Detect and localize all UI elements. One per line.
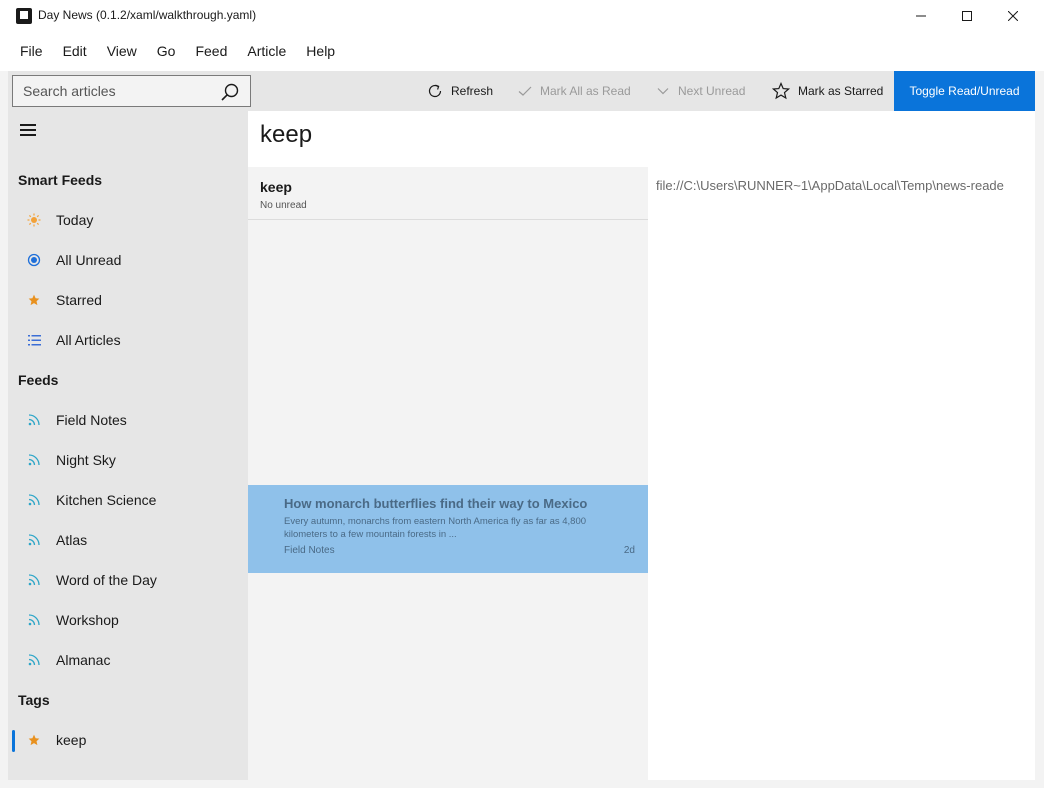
mark-all-read-label: Mark All as Read bbox=[540, 84, 631, 98]
feeds-heading: Feeds bbox=[18, 372, 59, 388]
selection-indicator bbox=[12, 730, 15, 752]
rss-icon bbox=[8, 614, 56, 626]
star-icon bbox=[8, 294, 56, 306]
title-bar: Day News (0.1.2/xaml/walkthrough.yaml) bbox=[0, 0, 1044, 32]
menu-file[interactable]: File bbox=[10, 32, 53, 71]
window-title: Day News (0.1.2/xaml/walkthrough.yaml) bbox=[38, 8, 257, 22]
sidebar-item-today[interactable]: Today bbox=[8, 200, 248, 240]
article-snippet: Every autumn, monarchs from eastern Nort… bbox=[284, 516, 587, 540]
sidebar-item-almanac[interactable]: Almanac bbox=[8, 640, 248, 680]
sidebar-item-label: Workshop bbox=[56, 612, 119, 628]
article-list: keep No unread How monarch butterflies f… bbox=[248, 167, 648, 780]
feed-header: keep No unread bbox=[248, 167, 648, 220]
refresh-button[interactable]: Refresh bbox=[427, 71, 493, 111]
sidebar: Smart Feeds Today All Unread Starred All… bbox=[8, 111, 248, 780]
unread-count: No unread bbox=[260, 200, 307, 211]
rss-icon bbox=[8, 534, 56, 546]
rss-icon bbox=[8, 454, 56, 466]
next-unread-button[interactable]: Next Unread bbox=[656, 71, 745, 111]
sidebar-item-all-unread[interactable]: All Unread bbox=[8, 240, 248, 280]
close-button[interactable] bbox=[990, 0, 1036, 32]
tags-heading: Tags bbox=[18, 692, 50, 708]
sidebar-item-atlas[interactable]: Atlas bbox=[8, 520, 248, 560]
checkmark-icon bbox=[518, 86, 532, 96]
toolbar: Refresh Mark All as Read Next Unread Mar… bbox=[8, 71, 1035, 111]
rss-icon bbox=[8, 654, 56, 666]
feed-name: keep bbox=[260, 179, 292, 195]
maximize-icon bbox=[962, 11, 972, 21]
sun-icon bbox=[8, 213, 56, 227]
minimize-icon bbox=[916, 15, 926, 17]
menu-edit[interactable]: Edit bbox=[53, 32, 97, 71]
sidebar-item-label: All Unread bbox=[56, 252, 122, 268]
mark-starred-label: Mark as Starred bbox=[798, 84, 884, 98]
star-outline-icon bbox=[772, 82, 790, 100]
reader-pane: file://C:\Users\RUNNER~1\AppData\Local\T… bbox=[648, 167, 1035, 780]
sidebar-item-label: Kitchen Science bbox=[56, 492, 157, 508]
sidebar-item-night-sky[interactable]: Night Sky bbox=[8, 440, 248, 480]
sidebar-item-starred[interactable]: Starred bbox=[8, 280, 248, 320]
hamburger-menu-icon[interactable] bbox=[20, 124, 36, 136]
radio-icon bbox=[8, 253, 56, 267]
smart-feeds-heading: Smart Feeds bbox=[18, 172, 103, 188]
sidebar-item-label: keep bbox=[56, 732, 87, 748]
sidebar-item-kitchen-science[interactable]: Kitchen Science bbox=[8, 480, 248, 520]
sidebar-item-workshop[interactable]: Workshop bbox=[8, 600, 248, 640]
content-header: keep bbox=[248, 111, 1035, 167]
close-icon bbox=[1008, 11, 1018, 21]
refresh-icon bbox=[428, 84, 442, 98]
sidebar-item-label: Starred bbox=[56, 292, 102, 308]
next-unread-label: Next Unread bbox=[678, 84, 746, 98]
sidebar-item-label: Word of the Day bbox=[56, 572, 157, 588]
sidebar-item-word-of-the-day[interactable]: Word of the Day bbox=[8, 560, 248, 600]
list-item[interactable]: How monarch butterflies find their way t… bbox=[248, 485, 648, 573]
star-icon bbox=[8, 734, 56, 746]
mark-all-read-button[interactable]: Mark All as Read bbox=[518, 71, 631, 111]
chevron-down-icon bbox=[657, 88, 669, 95]
menu-view[interactable]: View bbox=[97, 32, 147, 71]
menu-go[interactable]: Go bbox=[147, 32, 186, 71]
list-icon bbox=[8, 334, 56, 346]
sidebar-item-label: Atlas bbox=[56, 532, 88, 548]
maximize-button[interactable] bbox=[944, 0, 990, 32]
article-feed: Field Notes bbox=[284, 545, 335, 556]
reader-url: file://C:\Users\RUNNER~1\AppData\Local\T… bbox=[656, 178, 1004, 193]
page-title: keep bbox=[260, 121, 313, 148]
sidebar-item-label: Today bbox=[56, 212, 94, 228]
rss-icon bbox=[8, 414, 56, 426]
menu-article[interactable]: Article bbox=[237, 32, 296, 71]
menu-help[interactable]: Help bbox=[296, 32, 345, 71]
rss-icon bbox=[8, 494, 56, 506]
article-age: 2d bbox=[623, 545, 635, 556]
app-icon bbox=[16, 8, 32, 24]
minimize-button[interactable] bbox=[898, 0, 944, 32]
search-icon[interactable] bbox=[221, 83, 239, 101]
sidebar-item-label: Night Sky bbox=[56, 452, 116, 468]
sidebar-item-field-notes[interactable]: Field Notes bbox=[8, 400, 248, 440]
sidebar-item-label: All Articles bbox=[56, 332, 121, 348]
toggle-read-label: Toggle Read/Unread bbox=[909, 84, 1020, 98]
sidebar-item-label: Almanac bbox=[56, 652, 111, 668]
search-box bbox=[12, 75, 251, 107]
menu-feed[interactable]: Feed bbox=[185, 32, 237, 71]
article-title: How monarch butterflies find their way t… bbox=[284, 496, 588, 511]
menu-bar: File Edit View Go Feed Article Help bbox=[0, 32, 1044, 71]
refresh-label: Refresh bbox=[451, 84, 494, 98]
rss-icon bbox=[8, 574, 56, 586]
mark-starred-button[interactable]: Mark as Starred bbox=[772, 71, 883, 111]
sidebar-item-tag-keep[interactable]: keep bbox=[8, 720, 248, 760]
sidebar-item-label: Field Notes bbox=[56, 412, 127, 428]
sidebar-item-all-articles[interactable]: All Articles bbox=[8, 320, 248, 360]
toggle-read-button[interactable]: Toggle Read/Unread bbox=[894, 71, 1035, 111]
search-input[interactable] bbox=[13, 76, 213, 106]
